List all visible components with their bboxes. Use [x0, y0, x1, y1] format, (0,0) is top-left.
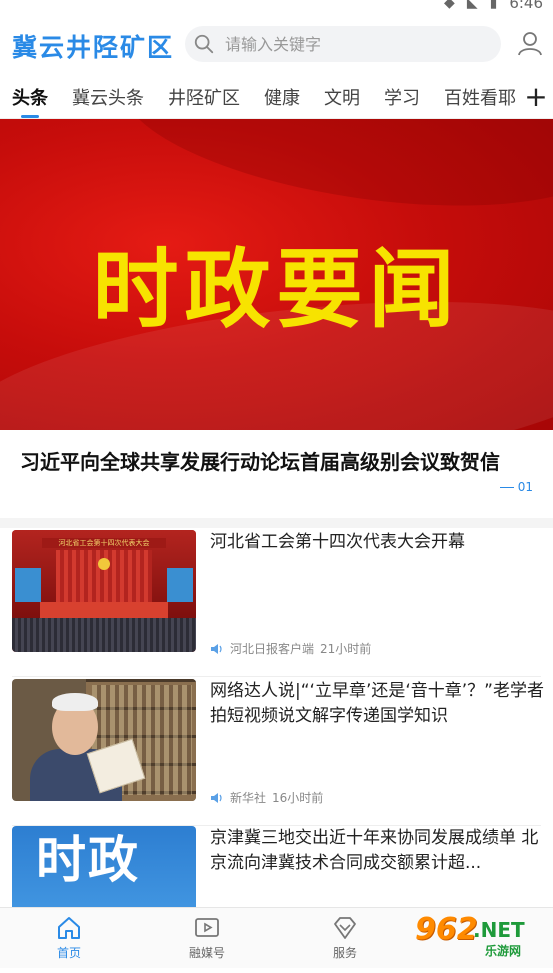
search-icon: [194, 34, 214, 54]
news-time: 16小时前: [272, 791, 324, 805]
app-header: 冀云井陉矿区: [0, 18, 553, 74]
battery-icon: ▮: [489, 0, 498, 11]
speaker-icon[interactable]: [210, 643, 224, 655]
tab-civilization[interactable]: 文明: [312, 74, 372, 118]
watermark-brand: 962: [415, 912, 478, 947]
carousel-indicator: 01: [499, 480, 533, 494]
tab-list: 头条 冀云头条 井陉矿区 健康 文明 学习 百姓看耶: [0, 74, 520, 118]
news-time: 21小时前: [320, 642, 372, 656]
status-icons: ◆ ◣ ▮ 6:46: [444, 0, 543, 12]
search-bar[interactable]: [185, 26, 501, 62]
speaker-icon[interactable]: [210, 792, 224, 804]
divider: [12, 676, 541, 677]
thumb-screen: [15, 568, 41, 602]
thumb-text: 时政: [36, 831, 140, 889]
news-meta: 新华社 16小时前: [210, 789, 323, 806]
news-title[interactable]: 京津冀三地交出近十年来协同发展成绩单 北京流向津冀技术合同成交额累计超...: [210, 826, 545, 876]
video-icon: [195, 918, 219, 937]
news-meta: 河北日报客户端 21小时前: [210, 640, 371, 657]
news-title[interactable]: 网络达人说|“‘立早章’还是‘音十章’？”老学者拍短视频说文解字传递国学知识: [210, 679, 545, 729]
tab-study[interactable]: 学习: [372, 74, 432, 118]
news-source: 新华社: [230, 791, 267, 805]
news-thumbnail: [12, 679, 196, 801]
category-tabs: 头条 冀云头条 井陉矿区 健康 文明 学习 百姓看耶 +: [0, 74, 553, 119]
home-icon: [58, 917, 80, 939]
thumb-crowd: [12, 618, 196, 652]
news-item[interactable]: 河北省工会第十四次代表大会 河北省工会第十四次代表大会开幕 河北日报客户端 21…: [0, 530, 553, 677]
news-thumbnail: 河北省工会第十四次代表大会: [12, 530, 196, 652]
nav-home[interactable]: 首页: [0, 908, 138, 968]
news-title[interactable]: 河北省工会第十四次代表大会开幕: [210, 530, 545, 555]
thumb-dais: [40, 602, 168, 618]
banner-text: 时政要闻: [92, 240, 461, 340]
banner-caption[interactable]: 习近平向全球共享发展行动论坛首届高级别会议致贺信 01: [0, 430, 553, 518]
indicator-line: [499, 486, 514, 488]
nav-service[interactable]: 服务: [276, 908, 414, 968]
signal-icon: ◣: [466, 0, 478, 11]
site-watermark: 962 .NET 乐游网: [407, 912, 547, 960]
tab-health[interactable]: 健康: [252, 74, 312, 118]
watermark-suffix: .NET: [473, 918, 525, 942]
tab-headlines[interactable]: 头条: [0, 74, 60, 118]
diamond-icon: [334, 917, 356, 939]
add-tab-button[interactable]: +: [523, 80, 549, 113]
nav-service-label: 服务: [332, 946, 357, 960]
news-item[interactable]: 网络达人说|“‘立早章’还是‘音十章’？”老学者拍短视频说文解字传递国学知识 新…: [0, 679, 553, 826]
banner-carousel[interactable]: 时政要闻: [0, 119, 553, 430]
user-icon[interactable]: [517, 30, 543, 56]
search-input[interactable]: [223, 33, 487, 55]
thumb-caption: 河北省工会第十四次代表大会: [42, 538, 166, 548]
banner-decoration: [111, 119, 553, 234]
status-bar: ◆ ◣ ▮ 6:46: [0, 0, 553, 18]
section-divider: [0, 518, 553, 528]
watermark-sub: 乐游网: [485, 944, 522, 958]
app-title: 冀云井陉矿区: [12, 33, 175, 62]
tab-jiyun-headlines[interactable]: 冀云头条: [60, 74, 156, 118]
wifi-icon: ◆: [444, 0, 455, 11]
banner-headline[interactable]: 习近平向全球共享发展行动论坛首届高级别会议致贺信: [20, 446, 500, 475]
tab-people[interactable]: 百姓看耶: [432, 74, 520, 118]
nav-home-label: 首页: [56, 946, 81, 960]
thumb-screen: [167, 568, 193, 602]
nav-media-label: 融媒号: [188, 946, 225, 960]
tab-jingxing-district[interactable]: 井陉矿区: [156, 74, 252, 118]
carousel-page: 01: [517, 480, 533, 494]
news-source: 河北日报客户端: [230, 642, 315, 656]
nav-media[interactable]: 融媒号: [138, 908, 276, 968]
status-time: 6:46: [509, 0, 543, 12]
emblem-icon: [98, 558, 110, 570]
thumb-person-hair: [52, 693, 98, 711]
